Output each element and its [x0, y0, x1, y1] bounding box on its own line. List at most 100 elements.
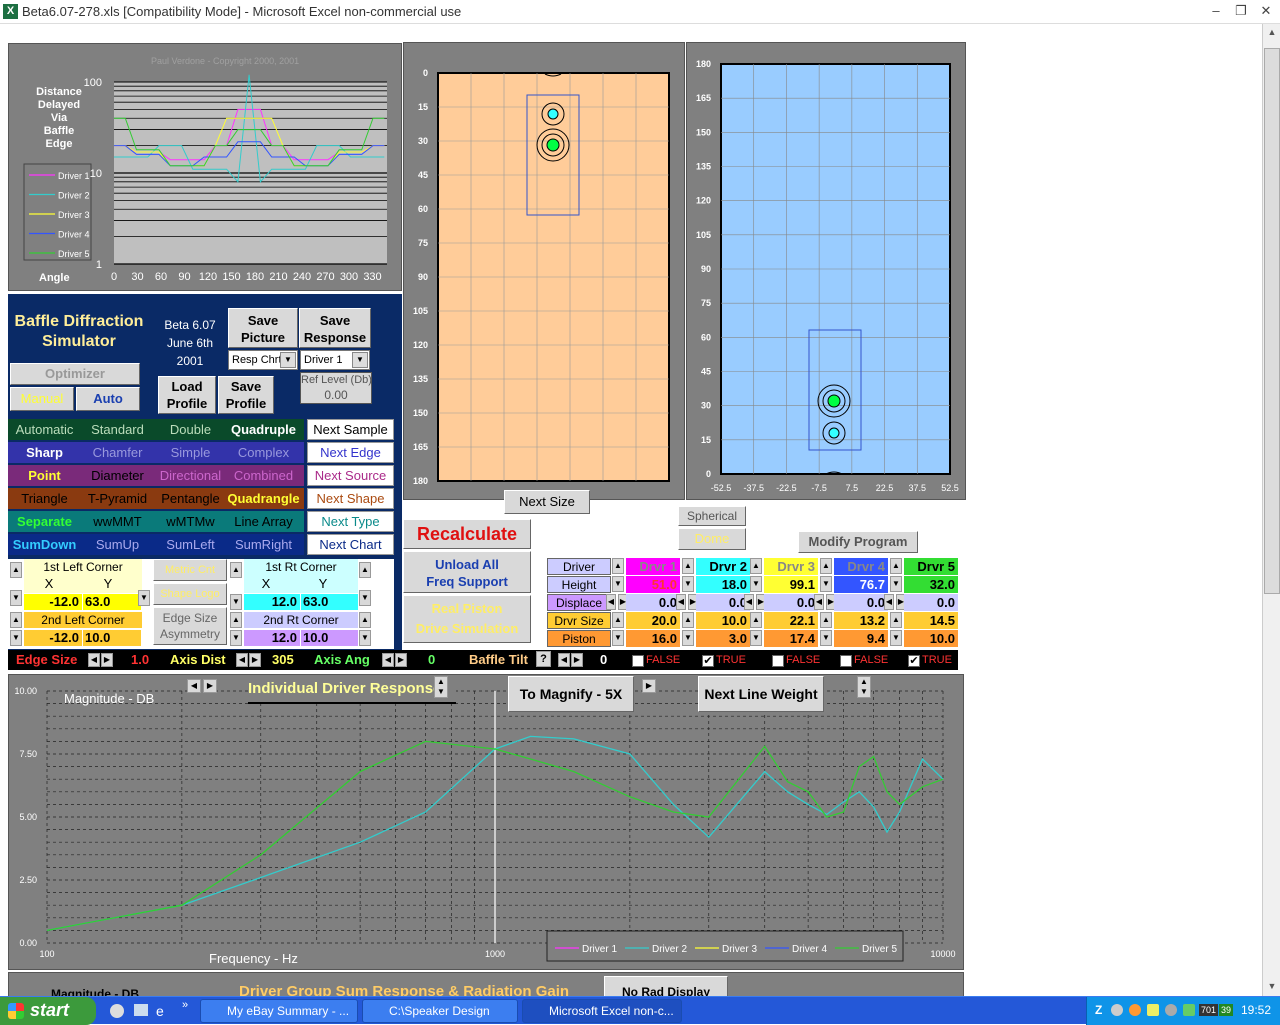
show-desktop-icon[interactable]: [134, 1004, 148, 1016]
option-automatic[interactable]: Automatic: [8, 419, 81, 440]
spin-down-icon[interactable]: ▼: [890, 576, 902, 592]
option-quadruple[interactable]: Quadruple: [227, 419, 300, 440]
spin-down-icon[interactable]: ▼: [359, 630, 371, 646]
driver-piston-cell[interactable]: 16.0: [626, 630, 680, 647]
spin-down-icon[interactable]: ▼: [359, 590, 371, 606]
spherical-button[interactable]: Spherical: [678, 506, 746, 526]
spin-down-icon[interactable]: ▼: [230, 594, 242, 610]
option-sumright[interactable]: SumRight: [227, 534, 300, 555]
driver-height-cell[interactable]: 32.0: [904, 576, 958, 593]
next-next-sample-button[interactable]: Next Sample: [307, 419, 394, 440]
driver-displace-cell[interactable]: 0.0: [904, 594, 958, 611]
driver-name-cell[interactable]: Drvr 2: [696, 558, 750, 575]
shape-logo-button[interactable]: Shape Logo: [153, 583, 227, 605]
first-left-y-value[interactable]: 63.0: [83, 594, 141, 610]
driver-height-cell[interactable]: 18.0: [696, 576, 750, 593]
arrow-left-icon[interactable]: ◀: [676, 594, 686, 610]
spin-up-icon[interactable]: ▲: [230, 562, 242, 578]
modify-program-button[interactable]: Modify Program: [798, 531, 918, 553]
tray-icon[interactable]: [1183, 1004, 1195, 1016]
arrow-right-icon[interactable]: ▶: [395, 653, 407, 667]
close-button[interactable]: ✕: [1255, 2, 1277, 20]
tray-icon[interactable]: [1129, 1004, 1141, 1016]
option-triangle[interactable]: Triangle: [8, 488, 81, 509]
spin-down-icon[interactable]: ▼: [230, 630, 242, 646]
driver-displace-cell[interactable]: 0.0: [834, 594, 888, 611]
option-sumdown[interactable]: SumDown: [8, 534, 81, 555]
first-rt-y-value[interactable]: 63.0: [301, 594, 358, 610]
no-rad-display-button[interactable]: No Rad Display: [604, 976, 728, 996]
option-sumleft[interactable]: SumLeft: [154, 534, 227, 555]
driver-piston-cell[interactable]: 17.4: [764, 630, 818, 647]
chevron-down-icon[interactable]: ▼: [280, 352, 296, 368]
edge-size-asymmetry-button[interactable]: Edge Size Asymmetry: [153, 607, 227, 645]
spin-down-icon[interactable]: ▼: [10, 590, 22, 606]
driver-checkbox[interactable]: ✔: [702, 655, 714, 667]
driver-name-cell[interactable]: Drvr 1: [626, 558, 680, 575]
spin-down-icon[interactable]: ▼: [890, 630, 902, 646]
dome-button[interactable]: Dome: [678, 528, 746, 550]
load-profile-button[interactable]: Load Profile: [158, 376, 216, 414]
driver-name-cell[interactable]: Drvr 3: [764, 558, 818, 575]
spin-down-icon[interactable]: ▼: [682, 630, 694, 646]
manual-button[interactable]: Manual: [10, 387, 74, 411]
task-folder[interactable]: C:\Speaker Design: [362, 999, 518, 1023]
ref-level-box[interactable]: Ref Level (Db) 0.00: [300, 372, 372, 404]
quicklaunch-icon[interactable]: [110, 1004, 124, 1018]
spin-up-icon[interactable]: ▲: [612, 558, 624, 574]
spin-up-icon[interactable]: ▲: [890, 612, 902, 628]
auto-button[interactable]: Auto: [76, 387, 140, 411]
scroll-thumb[interactable]: [1264, 48, 1280, 594]
arrow-left-icon[interactable]: ◀: [382, 653, 394, 667]
spin-up-icon[interactable]: ▲: [820, 612, 832, 628]
spin-up-icon[interactable]: ▲: [820, 558, 832, 574]
next-next-source-button[interactable]: Next Source: [307, 465, 394, 486]
spin-up-icon[interactable]: ▲: [359, 562, 371, 578]
next-next-chart-button[interactable]: Next Chart: [307, 534, 394, 555]
driver-checkbox[interactable]: [840, 655, 852, 667]
spin-up-icon[interactable]: ▲: [10, 612, 22, 628]
spin-up-icon[interactable]: ▲: [682, 558, 694, 574]
next-next-shape-button[interactable]: Next Shape: [307, 488, 394, 509]
spin-down-icon[interactable]: ▼: [820, 630, 832, 646]
driver-checkbox[interactable]: [772, 655, 784, 667]
spin-up-icon[interactable]: ▲: [750, 558, 762, 574]
spin-down-icon[interactable]: ▼: [820, 576, 832, 592]
arrow-left-icon[interactable]: ◀: [236, 653, 248, 667]
scroll-down-icon[interactable]: ▼: [1264, 978, 1280, 994]
driver-name-cell[interactable]: Drvr 4: [834, 558, 888, 575]
driver-checkbox[interactable]: ✔: [908, 655, 920, 667]
tray-icon[interactable]: [1147, 1004, 1159, 1016]
tray-icon[interactable]: Z: [1095, 1003, 1102, 1017]
restore-button[interactable]: ❐: [1230, 2, 1252, 20]
metric-cnt-button[interactable]: Metric Cnt: [153, 559, 227, 581]
next-line-weight-button[interactable]: Next Line Weight: [698, 676, 824, 712]
option-line-array[interactable]: Line Array: [227, 511, 300, 532]
save-response-button[interactable]: Save Response: [299, 308, 371, 348]
driver-select[interactable]: Driver 1 ▼: [300, 350, 370, 370]
driver-checkbox[interactable]: [632, 655, 644, 667]
spin-down-icon[interactable]: ▼: [612, 630, 624, 646]
more-icon[interactable]: »: [182, 999, 188, 1011]
recalculate-button[interactable]: Recalculate: [403, 519, 531, 549]
next-next-type-button[interactable]: Next Type: [307, 511, 394, 532]
ie-icon[interactable]: e: [156, 1003, 164, 1019]
arrow-left-icon[interactable]: ◀: [884, 594, 894, 610]
option-directional[interactable]: Directional: [154, 465, 227, 486]
option-pentangle[interactable]: Pentangle: [154, 488, 227, 509]
scroll-up-icon[interactable]: ▲: [1264, 24, 1280, 40]
driver-piston-cell[interactable]: 9.4: [834, 630, 888, 647]
option-quadrangle[interactable]: Quadrangle: [227, 488, 300, 509]
spin-up-icon[interactable]: ▲: [10, 562, 22, 578]
vertical-scrollbar[interactable]: ▲ ▼: [1262, 24, 1280, 996]
spin-up-icon[interactable]: ▲: [890, 558, 902, 574]
next-next-edge-button[interactable]: Next Edge: [307, 442, 394, 463]
driver-size-cell[interactable]: 10.0: [696, 612, 750, 629]
driver-height-cell[interactable]: 99.1: [764, 576, 818, 593]
spin-up-icon[interactable]: ▲: [612, 612, 624, 628]
optimizer-button[interactable]: Optimizer: [10, 363, 140, 385]
arrow-right-icon[interactable]: ▶: [642, 679, 656, 693]
chevron-down-icon[interactable]: ▼: [352, 352, 368, 368]
option-combined[interactable]: Combined: [227, 465, 300, 486]
next-size-button[interactable]: Next Size: [504, 490, 590, 514]
